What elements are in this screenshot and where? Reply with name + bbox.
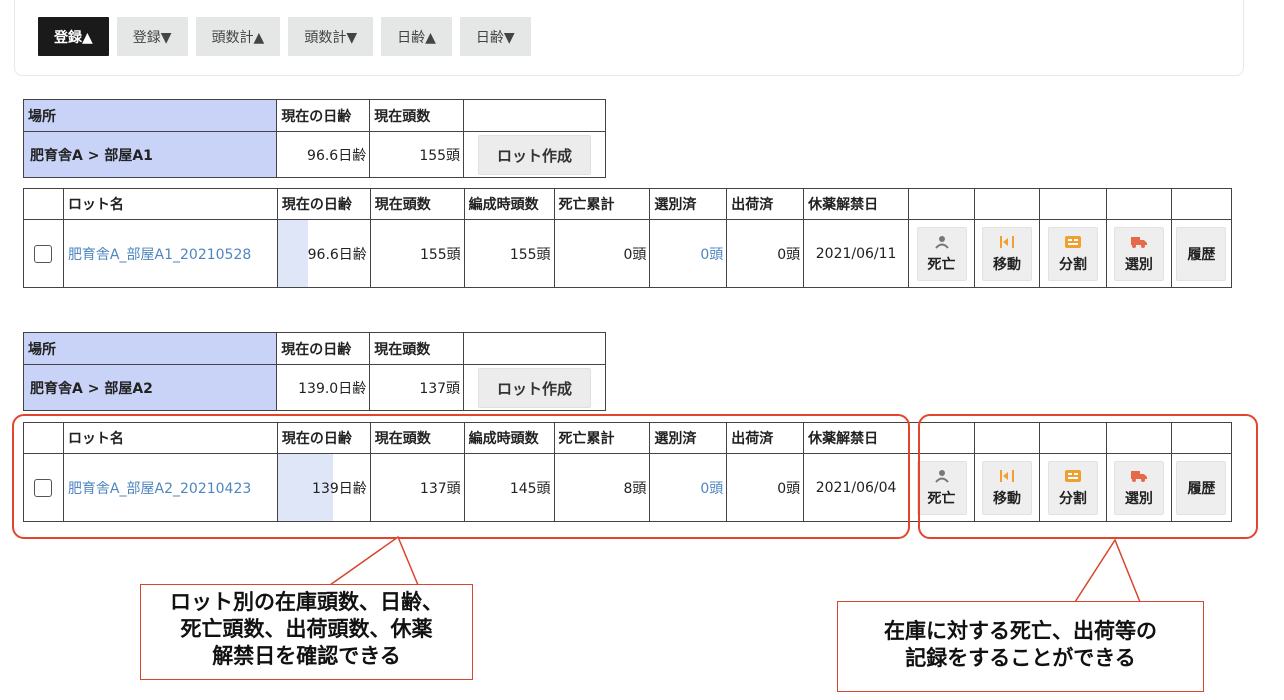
lot-info-callout: ロット別の在庫頭数、日齢、 死亡頭数、出荷頭数、休薬 解禁日を確認できる <box>140 584 473 680</box>
actions-callout: 在庫に対する死亡、出荷等の 記録をすることができる <box>837 601 1204 692</box>
